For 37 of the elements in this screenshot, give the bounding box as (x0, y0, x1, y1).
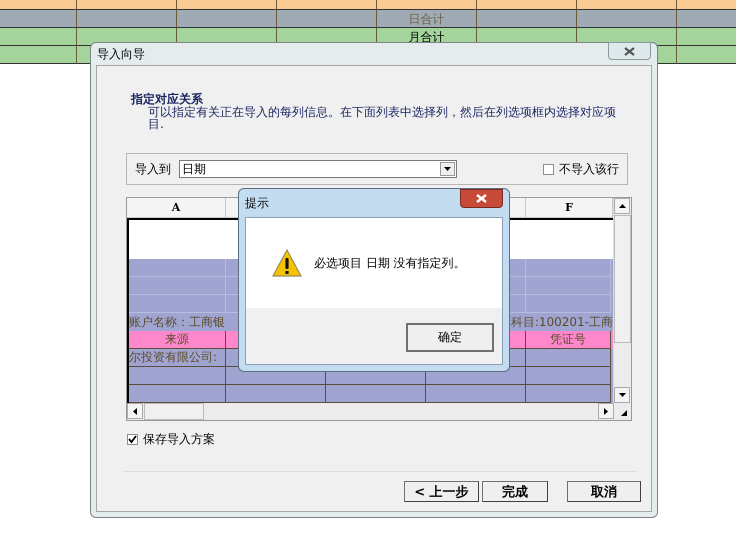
scrollbar-thumb[interactable] (614, 215, 631, 343)
wizard-button[interactable]: 完成 (482, 481, 548, 502)
close-button[interactable] (608, 42, 651, 60)
wizard-button[interactable]: 取消 (567, 481, 641, 502)
close-icon (476, 194, 487, 203)
scroll-up-arrow-icon (618, 204, 626, 208)
grid-cell-text: 来源 (165, 331, 189, 348)
window-title: 导入向导 (97, 46, 145, 62)
vertical-scrollbar[interactable] (613, 198, 631, 403)
dialog-title: 提示 (245, 194, 269, 212)
import-to-dropdown[interactable]: 日期 (179, 160, 457, 178)
wizard-button[interactable]: < 上一步 (404, 481, 479, 502)
import-to-label: 导入到 (135, 160, 171, 178)
grid-cell-text: 账户名称：工商银 (129, 314, 225, 330)
resize-grip-icon (621, 410, 627, 416)
sheet-cell-text: 月合计 (408, 30, 444, 44)
save-scheme-checkbox[interactable]: 保存导入方案 (127, 431, 651, 447)
scrollbar-thumb[interactable] (144, 403, 204, 420)
warning-icon (272, 249, 302, 277)
horizontal-scrollbar[interactable] (127, 403, 614, 420)
scroll-right-arrow-icon (604, 408, 608, 414)
message-text: 必选项目 日期 没有指定列。 (314, 254, 466, 272)
checkmark-icon (128, 434, 137, 444)
grid-cell-text: 尔投资有限公司: (129, 349, 218, 366)
sheet-cell-text: 日合计 (408, 12, 444, 26)
close-button[interactable] (460, 189, 503, 208)
column-header[interactable]: A (127, 198, 226, 217)
dropdown-arrow-icon (444, 167, 451, 171)
close-icon (624, 46, 635, 56)
scroll-left-arrow-icon (133, 408, 137, 414)
grid-cell-text: 凭证号 (550, 331, 586, 348)
scroll-down-arrow-icon (618, 393, 626, 397)
section-description: 可以指定有关正在导入的每列信息。在下面列表中选择列，然后在列选项框内选择对应项目. (148, 106, 617, 130)
grid-cell-text: 科目:100201-工商 (510, 314, 613, 330)
section-heading: 指定对应关系 (131, 92, 204, 106)
ok-button[interactable]: 确定 (406, 323, 494, 352)
skip-row-checkbox[interactable]: 不导入该行 (543, 160, 619, 178)
